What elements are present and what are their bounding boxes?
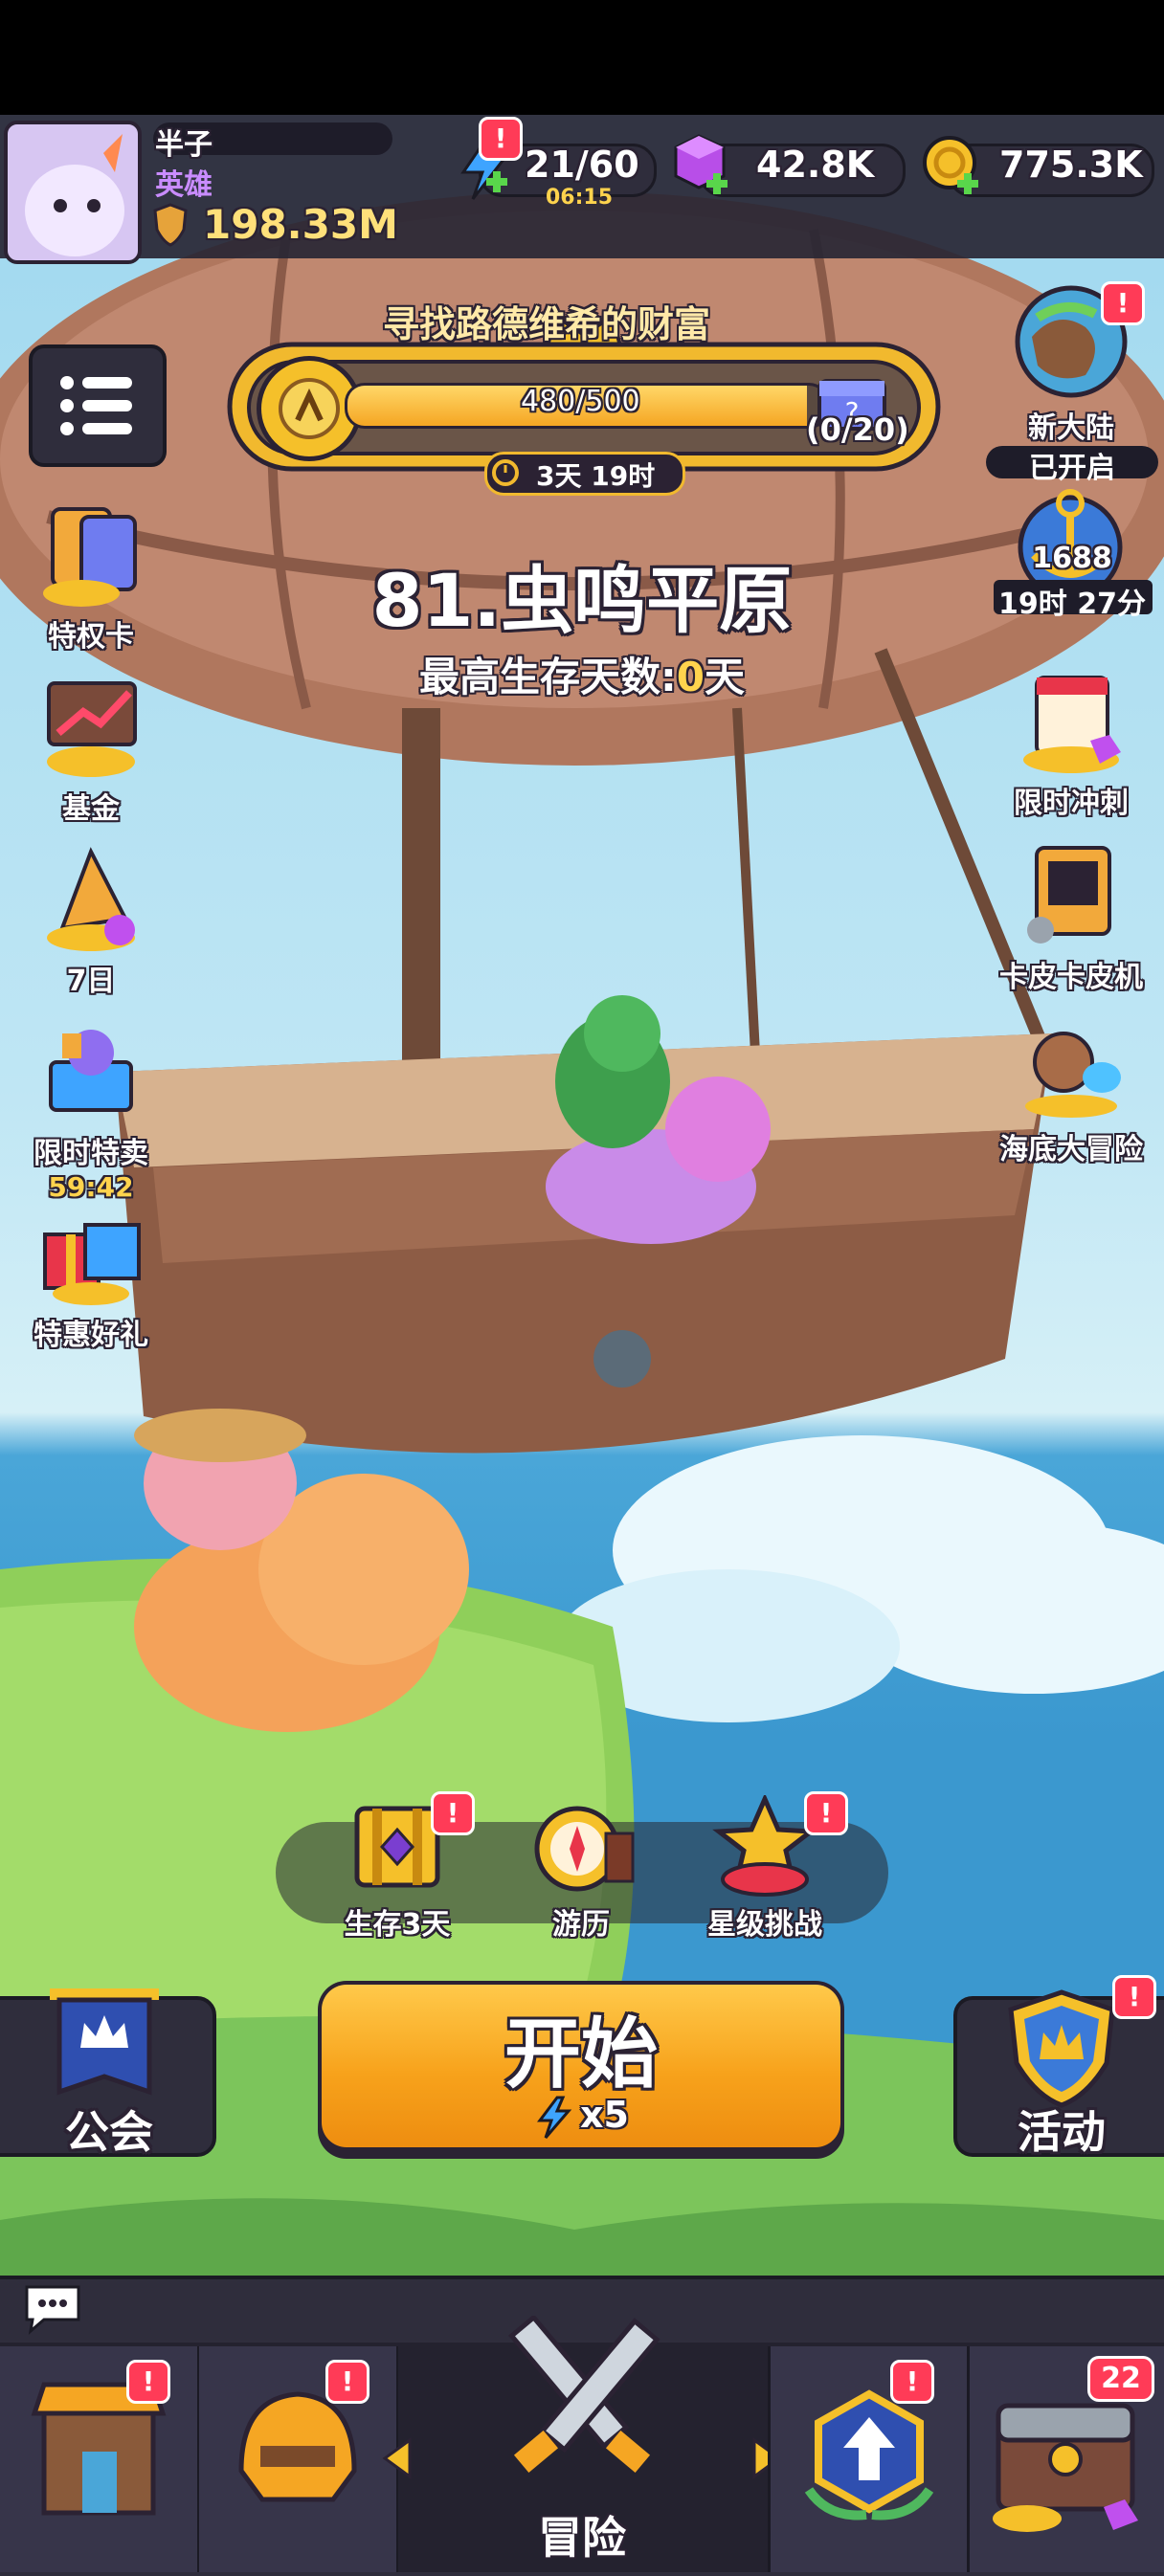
mid-button-label: 生存3天: [344, 1908, 451, 1942]
upgrade-arrow-icon: [804, 2389, 934, 2520]
travel-button[interactable]: 游历: [500, 1795, 662, 1943]
activity-label: 活动: [1018, 2106, 1106, 2158]
gift-box-icon: [34, 1196, 148, 1311]
guild-label: 公会: [65, 2106, 153, 2158]
quest-time-left: 3天 19时: [536, 460, 656, 492]
side-item-label: 限时冲刺: [1014, 787, 1129, 820]
event-number: 1688: [1032, 542, 1112, 575]
start-cost: x5: [580, 2094, 629, 2136]
energy-timer: 06:15: [546, 186, 614, 210]
stage-best-label: 最高生存天数:: [418, 654, 677, 700]
side-item-fund[interactable]: 基金: [10, 670, 172, 827]
new-continent-label: 新大陆: [1028, 411, 1114, 445]
quest-progress-text: 480/500: [521, 385, 640, 418]
side-item-label: 特权卡: [48, 620, 134, 654]
new-continent-alert-badge: !: [1101, 281, 1145, 325]
diver-capybara-icon: [1014, 1010, 1129, 1125]
nav-tab-upgrade[interactable]: [768, 2346, 968, 2572]
privilege-card-icon: [34, 498, 148, 612]
side-item-label: 基金: [62, 792, 120, 826]
activity-alert-badge: !: [1112, 1975, 1156, 2019]
quest-title: 寻找路德维希的财富: [383, 303, 711, 345]
slot-machine-icon: [1014, 838, 1129, 953]
unicorn-avatar-icon: [25, 134, 124, 256]
side-item-sprint[interactable]: 限时冲刺: [990, 664, 1153, 821]
gem-icon[interactable]: [670, 132, 737, 201]
opened-label: 已开启: [1029, 452, 1115, 485]
guild-banner-icon: [42, 1981, 167, 2105]
side-item-capy-machine[interactable]: 卡皮卡皮机: [990, 838, 1153, 995]
avatar[interactable]: [4, 121, 142, 264]
hamburger-menu-icon: [60, 376, 132, 435]
side-item-label: 7日: [66, 965, 116, 998]
coin-icon[interactable]: [919, 132, 988, 201]
side-item-label: 卡皮卡皮机: [999, 961, 1143, 994]
chat-bubble-icon[interactable]: [21, 2281, 84, 2335]
player-name: 半子: [155, 128, 213, 162]
crossed-swords-icon: [479, 2314, 685, 2488]
side-item-label: 海底大冒险: [999, 1133, 1143, 1166]
compass-icon: [524, 1795, 638, 1910]
event-timer: 19时 27分: [998, 588, 1146, 621]
energy-alert-badge: !: [479, 117, 523, 161]
side-item-label: 限时特卖: [34, 1137, 148, 1170]
side-item-label: 特惠好礼: [34, 1319, 148, 1352]
stage-best-value: 0: [676, 654, 705, 700]
side-item-flash-sale[interactable]: 限时特卖 59:42: [10, 1014, 172, 1203]
nav-left-arrow-icon[interactable]: [379, 2434, 417, 2482]
upgrade-alert-badge: !: [890, 2360, 934, 2404]
player-title: 英雄: [155, 168, 213, 202]
power-shield-icon: [153, 203, 188, 247]
star-challenge-alert-badge: !: [804, 1791, 848, 1835]
stage-best-unit: 天: [705, 654, 746, 700]
treasure-count-badge: 22: [1087, 2356, 1154, 2402]
power-value: 198.33M: [203, 201, 398, 248]
stopwatch-icon: [490, 455, 521, 486]
gems-value: 42.8K: [756, 144, 875, 186]
side-item-privilege-card[interactable]: 特权卡: [10, 498, 172, 655]
shop-alert-badge: !: [126, 2360, 170, 2404]
energy-cost-icon: [536, 2096, 572, 2140]
nav-center-label: 冒险: [538, 2512, 626, 2564]
side-item-special-gift[interactable]: 特惠好礼: [10, 1196, 172, 1353]
party-hat-icon: [34, 842, 148, 957]
equipment-alert-badge: !: [325, 2360, 369, 2404]
crown-shield-icon: [999, 1987, 1124, 2111]
sale-basket-icon: [34, 1014, 148, 1129]
mid-button-label: 游历: [552, 1908, 610, 1942]
side-item-7day[interactable]: 7日: [10, 842, 172, 999]
calendar-icon: [1014, 664, 1129, 779]
energy-value: 21/60: [525, 144, 639, 186]
mid-button-label: 星级挑战: [707, 1908, 822, 1942]
coins-value: 775.3K: [999, 144, 1143, 186]
quest-chest-count: (0/20): [806, 411, 909, 448]
start-label: 开始: [504, 2010, 658, 2099]
survive-alert-badge: !: [431, 1791, 475, 1835]
menu-button[interactable]: [29, 344, 167, 467]
side-item-deep-sea[interactable]: 海底大冒险: [990, 1010, 1153, 1167]
fund-chart-icon: [34, 670, 148, 785]
